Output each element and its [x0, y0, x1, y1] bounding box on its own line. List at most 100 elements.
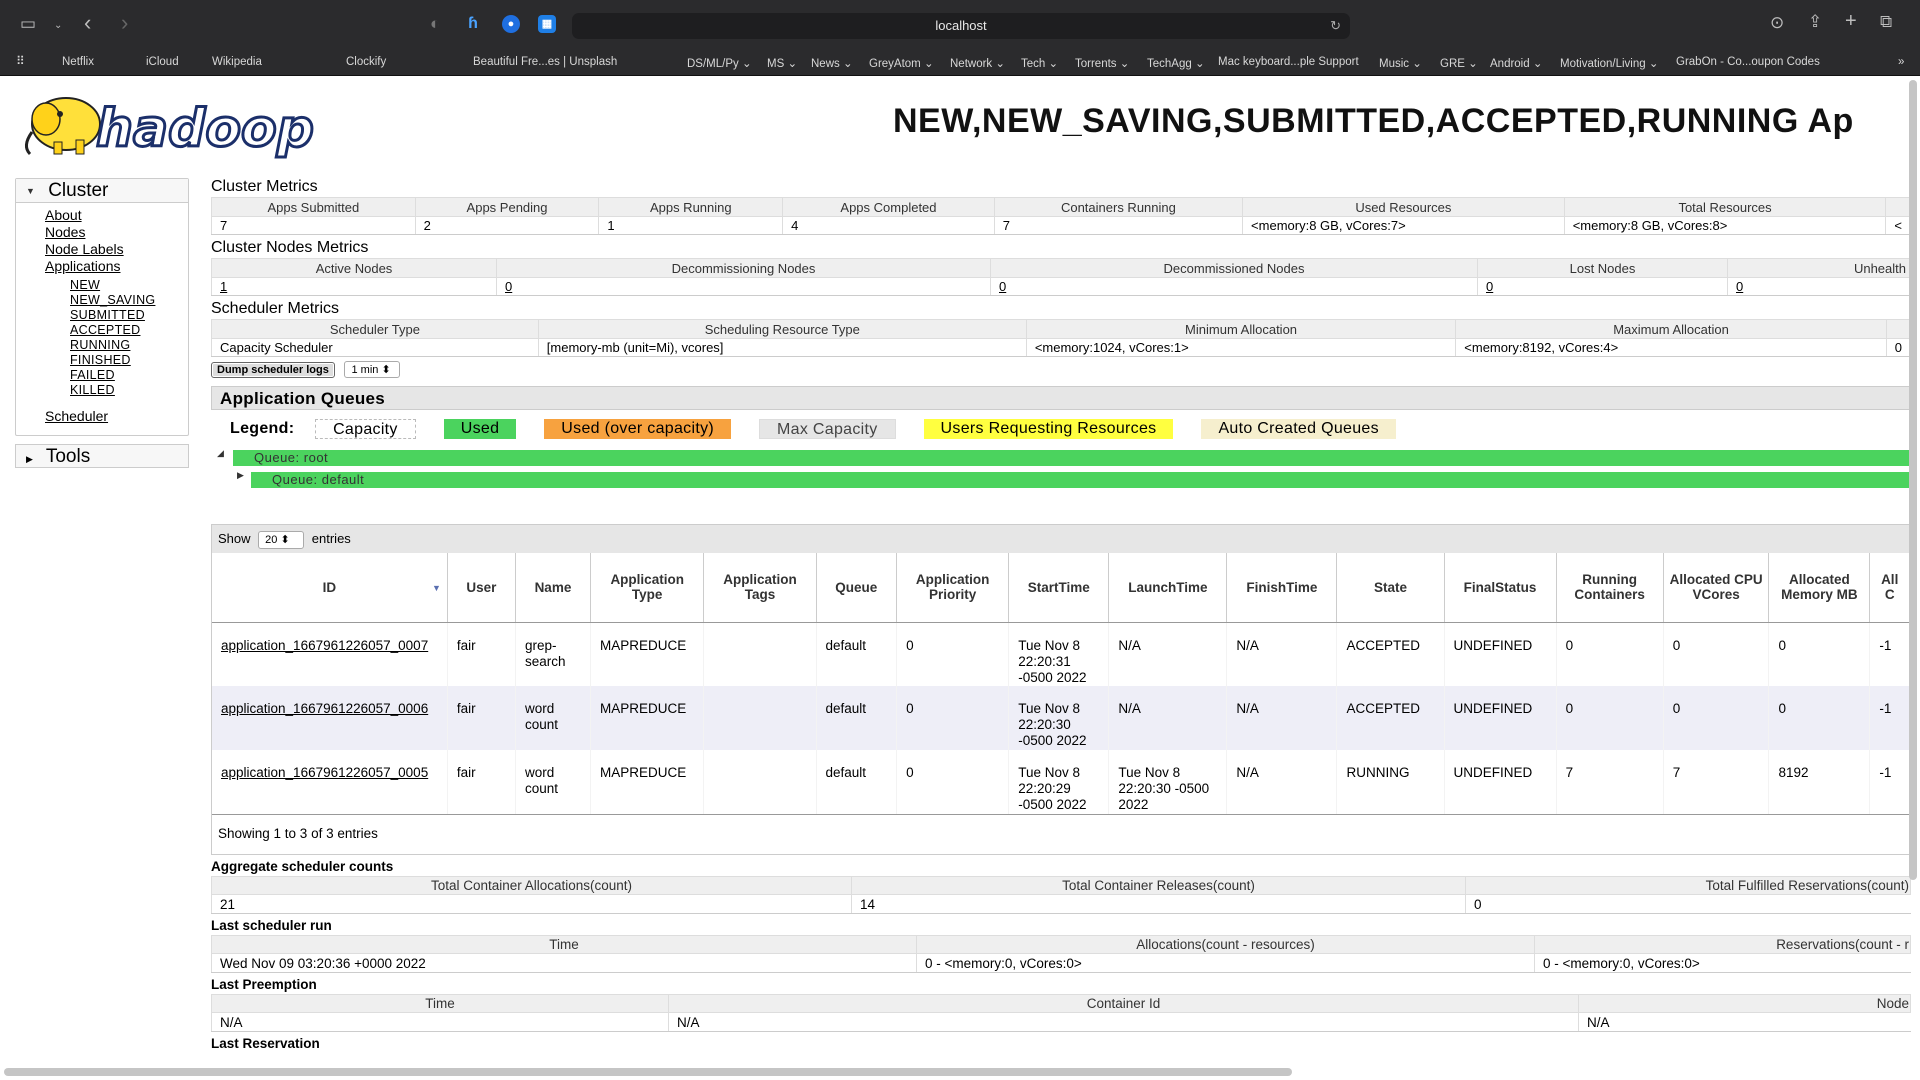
bookmark-item[interactable]: TechAgg ⌄: [1147, 56, 1205, 70]
metric-value-link[interactable]: 0: [1727, 277, 1911, 296]
metric-value-link[interactable]: 0: [990, 277, 1478, 296]
logo-text: hadoop: [96, 99, 314, 159]
column-header-label: ID: [322, 579, 337, 595]
column-header[interactable]: Allocated Memory MB: [1768, 553, 1871, 623]
nav-link-running[interactable]: RUNNING: [70, 338, 188, 353]
back-icon[interactable]: ‹: [84, 12, 91, 34]
bookmark-item[interactable]: iCloud: [146, 56, 179, 68]
new-tab-icon[interactable]: +: [1845, 11, 1857, 31]
nav-link-nodes[interactable]: Nodes: [45, 224, 188, 241]
column-header[interactable]: Application Tags: [703, 553, 817, 623]
bookmark-item[interactable]: Beautiful Fre...es | Unsplash: [473, 56, 617, 68]
metric-value-link[interactable]: 0: [496, 277, 991, 296]
chevron-down-icon[interactable]: ⌄: [54, 16, 62, 36]
column-header[interactable]: State: [1336, 553, 1445, 623]
nav-link-about[interactable]: About: [45, 207, 188, 224]
cell-name: grep-search: [515, 622, 591, 686]
column-header[interactable]: FinishTime: [1226, 553, 1338, 623]
bookmarks-overflow-icon[interactable]: »: [1898, 56, 1904, 68]
address-bar[interactable]: localhost ↻: [572, 13, 1350, 39]
sidebar-toggle-icon[interactable]: ▭: [20, 14, 36, 34]
bookmark-item[interactable]: GreyAtom ⌄: [869, 56, 934, 70]
metric-header: Apps Completed: [782, 197, 995, 217]
column-header-label: LaunchTime: [1128, 579, 1208, 595]
metric-header: Scheduling Resource Type: [537, 319, 1027, 339]
table-row: application_1667961226057_0007 fair grep-s…: [212, 622, 1910, 686]
bookmark-item[interactable]: Clockify: [346, 56, 386, 68]
bookmark-item[interactable]: GrabOn - Co...oupon Codes: [1676, 56, 1820, 68]
nav-link-new[interactable]: NEW: [70, 278, 188, 293]
cell-queue: default: [816, 622, 898, 686]
nav-link-node-labels[interactable]: Node Labels: [45, 241, 188, 258]
extension-grid-icon[interactable]: ▦: [538, 15, 556, 33]
nav-link-failed[interactable]: FAILED: [70, 368, 188, 383]
preemption-value: N/A: [1578, 1012, 1911, 1032]
bookmark-item[interactable]: Music ⌄: [1379, 56, 1422, 70]
nav-link-applications[interactable]: Applications: [45, 258, 188, 275]
column-header[interactable]: FinalStatus: [1444, 553, 1557, 623]
bookmark-item[interactable]: Mac keyboard...ple Support: [1218, 56, 1359, 68]
reload-icon[interactable]: ↻: [1330, 13, 1341, 39]
nav-link-new-saving[interactable]: NEW_SAVING: [70, 293, 188, 308]
application-id-link[interactable]: application_1667961226057_0007: [221, 638, 428, 653]
cell-tags: [703, 750, 817, 814]
metric-value-link[interactable]: 1: [211, 277, 497, 296]
default-expand-icon[interactable]: ▶: [237, 470, 244, 481]
column-header[interactable]: StartTime: [1008, 553, 1110, 623]
bookmark-item[interactable]: Motivation/Living ⌄: [1560, 56, 1659, 70]
column-header[interactable]: Allocated CPU VCores: [1663, 553, 1770, 623]
apps-grid-icon[interactable]: ⠿: [16, 54, 25, 68]
root-expand-icon[interactable]: ◢: [217, 448, 224, 459]
bookmarks-bar: ⠿ Netflix iCloud Wikipedia Clockify Beautifu…: [0, 48, 1920, 76]
cluster-section-header[interactable]: ▼ Cluster: [16, 179, 188, 203]
tab-overview-icon[interactable]: ⧉: [1880, 12, 1892, 32]
column-header[interactable]: Queue: [816, 553, 898, 623]
column-header[interactable]: ID ▼: [212, 553, 448, 623]
dump-interval-select[interactable]: 1 min ⬍: [344, 361, 401, 378]
bookmark-item[interactable]: News ⌄: [811, 56, 853, 70]
column-header[interactable]: LaunchTime: [1108, 553, 1228, 623]
nav-link-accepted[interactable]: ACCEPTED: [70, 323, 188, 338]
column-header[interactable]: User: [447, 553, 516, 623]
queue-default-bar[interactable]: Queue: default: [251, 472, 1911, 488]
bookmark-item[interactable]: Netflix: [62, 56, 94, 68]
nav-link-killed[interactable]: KILLED: [70, 383, 188, 398]
column-header[interactable]: All C: [1869, 553, 1910, 623]
bookmark-item[interactable]: Android ⌄: [1490, 56, 1542, 70]
column-header-label: Queue: [835, 579, 878, 595]
metric-value: <memory:8 GB, vCores:8>: [1563, 216, 1887, 235]
nav-link-submitted[interactable]: SUBMITTED: [70, 308, 188, 323]
bookmark-item[interactable]: GRE ⌄: [1440, 56, 1478, 70]
application-id-link[interactable]: application_1667961226057_0006: [221, 701, 428, 716]
bookmark-item[interactable]: Network ⌄: [950, 56, 1005, 70]
bookmark-item[interactable]: DS/ML/Py ⌄: [687, 56, 752, 70]
share-icon[interactable]: ⇪: [1808, 12, 1822, 32]
metric-value-link[interactable]: 0: [1477, 277, 1728, 296]
application-id-link[interactable]: application_1667961226057_0005: [221, 765, 428, 780]
metric-header: Used Resources: [1242, 197, 1565, 217]
horizontal-scrollbar[interactable]: [4, 1068, 1292, 1076]
column-header[interactable]: Name: [515, 553, 591, 623]
nav-link-finished[interactable]: FINISHED: [70, 353, 188, 368]
metric-value: 7: [211, 216, 416, 235]
privacy-shield-icon[interactable]: ◐: [430, 14, 440, 34]
queue-root-bar[interactable]: Queue: root: [233, 450, 1911, 466]
bookmark-item[interactable]: MS ⌄: [767, 56, 797, 70]
column-header[interactable]: Application Type: [590, 553, 705, 623]
vertical-scrollbar[interactable]: [1909, 80, 1917, 880]
extension-blue-icon[interactable]: ●: [502, 15, 520, 33]
tools-label: Tools: [45, 446, 91, 467]
bookmark-item[interactable]: Tech ⌄: [1021, 56, 1058, 70]
bookmark-item[interactable]: Wikipedia: [212, 56, 262, 68]
extension-h-icon[interactable]: ɦ: [464, 15, 482, 33]
column-header[interactable]: Application Priority: [896, 553, 1010, 623]
bookmark-item[interactable]: Torrents ⌄: [1075, 56, 1129, 70]
tools-section-header[interactable]: ▶ Tools: [15, 444, 189, 468]
column-header[interactable]: Running Containers: [1556, 553, 1664, 623]
metric-header: Total Resources: [1563, 197, 1887, 217]
entries-per-page-select[interactable]: 20 ⬍: [258, 530, 305, 549]
downloads-icon[interactable]: ⊙: [1770, 13, 1784, 33]
dump-scheduler-logs-button[interactable]: Dump scheduler logs: [211, 362, 335, 378]
forward-icon[interactable]: ›: [121, 12, 128, 34]
nav-link-scheduler[interactable]: Scheduler: [45, 408, 188, 425]
